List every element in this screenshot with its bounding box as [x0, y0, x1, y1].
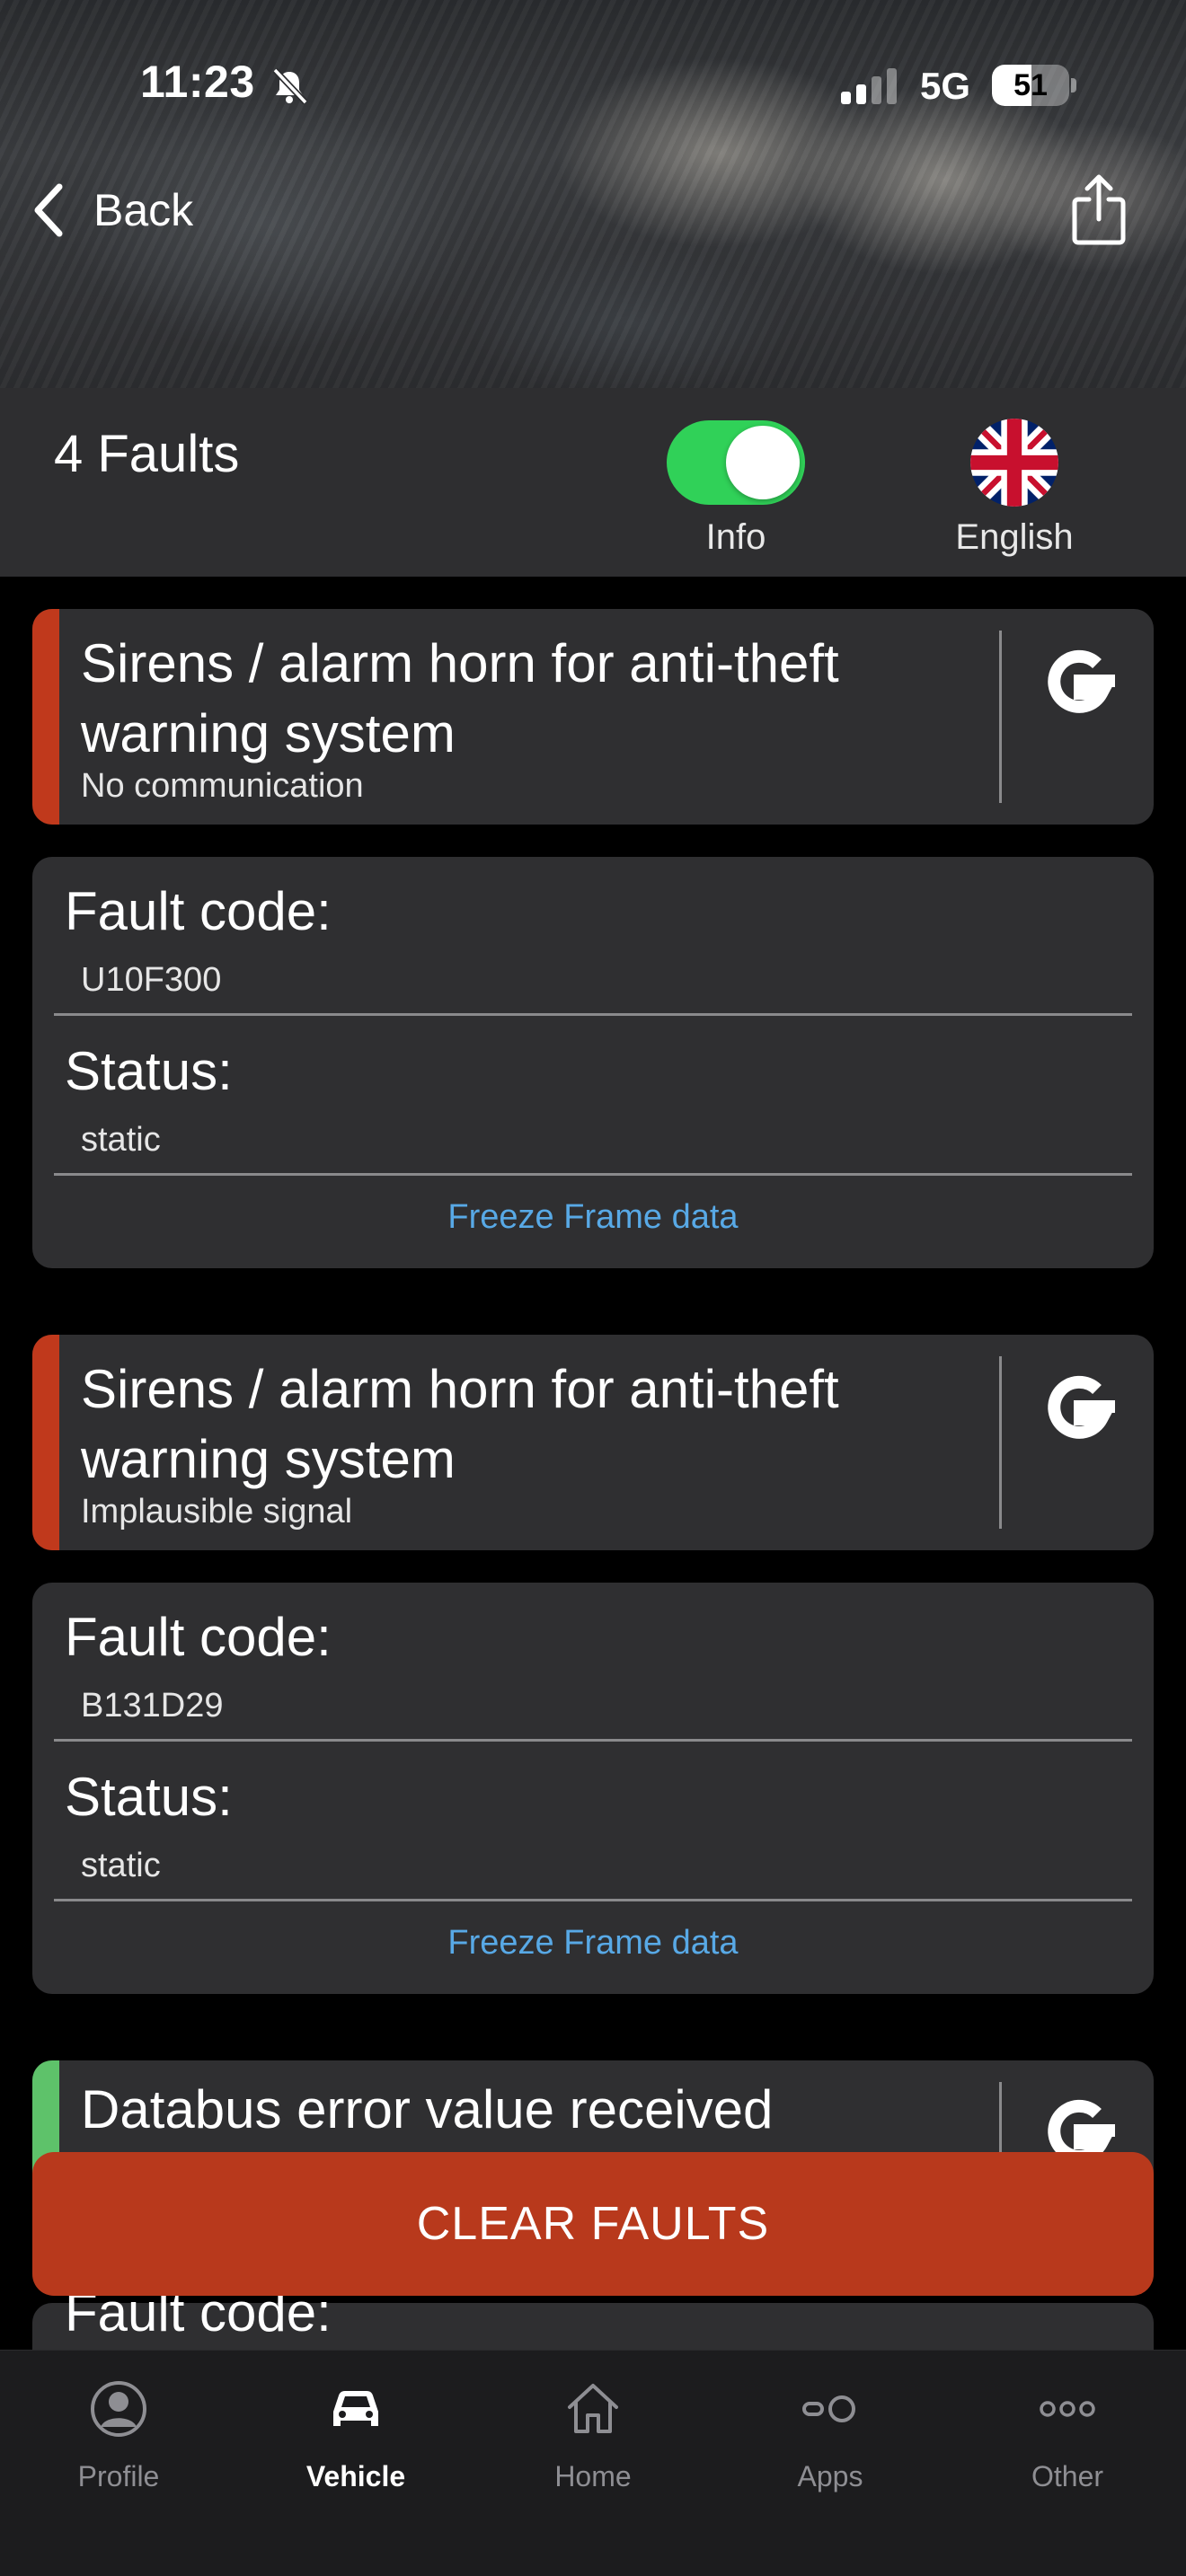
severity-indicator: [32, 1335, 59, 1550]
freeze-frame-link[interactable]: Freeze Frame data: [32, 1924, 1154, 1963]
back-label: Back: [93, 185, 194, 235]
status-value: static: [81, 1847, 161, 1884]
fault-description: Implausible signal: [81, 1493, 353, 1531]
severity-indicator: [32, 609, 59, 825]
fault-card[interactable]: Sirens / alarm horn for anti-theft warni…: [32, 1335, 1154, 1550]
google-search-icon[interactable]: [1030, 1362, 1128, 1460]
status-time: 11:23: [140, 57, 255, 107]
tab-label: Home: [554, 2460, 632, 2492]
home-icon: [568, 2384, 618, 2433]
fault-code-label: Fault code:: [65, 881, 332, 941]
tab-label: Other: [1031, 2460, 1104, 2492]
tab-apps[interactable]: Apps: [712, 2378, 949, 2493]
fault-code-value: U10F300: [81, 961, 222, 999]
tab-home[interactable]: Home: [474, 2378, 712, 2493]
divider: [54, 1739, 1132, 1742]
car-icon: [333, 2391, 378, 2426]
status-value: static: [81, 1121, 161, 1159]
fault-details: Fault code: U10F300 Status: static Freez…: [32, 857, 1154, 1268]
status-label: Status:: [65, 1041, 233, 1101]
fault-title: Databus error value received: [81, 2079, 774, 2139]
tab-bar: Profile Vehicle Home Apps Other: [0, 2350, 1186, 2576]
more-icon: [1040, 2401, 1095, 2417]
divider: [999, 631, 1002, 803]
fault-card[interactable]: Sirens / alarm horn for anti-theft warni…: [32, 609, 1154, 825]
info-toggle-label: Info: [705, 517, 766, 557]
cellular-signal-icon: [841, 68, 897, 104]
profile-icon: [91, 2381, 146, 2437]
faults-count: 4 Faults: [54, 425, 240, 483]
fault-code-label: Fault code:: [65, 1607, 332, 1667]
fault-details: Fault code: B131D29 Status: static Freez…: [32, 1583, 1154, 1994]
info-toggle[interactable]: [667, 420, 805, 505]
tab-profile[interactable]: Profile: [0, 2378, 237, 2493]
tab-label: Profile: [77, 2460, 160, 2492]
fault-title: Sirens / alarm horn for anti-theft warni…: [81, 633, 839, 763]
bell-slash-icon: [272, 67, 308, 105]
clear-faults-button[interactable]: CLEAR FAULTS: [32, 2152, 1154, 2296]
share-icon[interactable]: [1067, 172, 1130, 248]
fault-code-value: B131D29: [81, 1687, 224, 1725]
toggle-knob: [726, 426, 800, 499]
status-label: Status:: [65, 1767, 233, 1827]
tab-label: Vehicle: [305, 2460, 406, 2492]
network-type: 5G: [920, 65, 971, 107]
battery-icon: 51: [992, 65, 1076, 106]
divider: [999, 1356, 1002, 1529]
tab-label: Apps: [797, 2460, 863, 2492]
apps-icon: [802, 2395, 855, 2422]
divider: [54, 1173, 1132, 1176]
google-search-icon[interactable]: [1030, 636, 1128, 735]
chevron-left-icon: [34, 183, 63, 237]
battery-level: 51: [1013, 68, 1048, 102]
tab-other[interactable]: Other: [949, 2378, 1186, 2493]
fault-description: No communication: [81, 767, 364, 805]
tab-vehicle[interactable]: Vehicle: [237, 2378, 474, 2493]
back-button[interactable]: Back: [31, 176, 193, 244]
freeze-frame-link[interactable]: Freeze Frame data: [32, 1198, 1154, 1237]
fault-title: Sirens / alarm horn for anti-theft warni…: [81, 1359, 839, 1489]
uk-flag-icon[interactable]: [970, 419, 1058, 507]
divider: [54, 1013, 1132, 1016]
divider: [54, 1899, 1132, 1901]
language-label[interactable]: English: [934, 517, 1094, 558]
